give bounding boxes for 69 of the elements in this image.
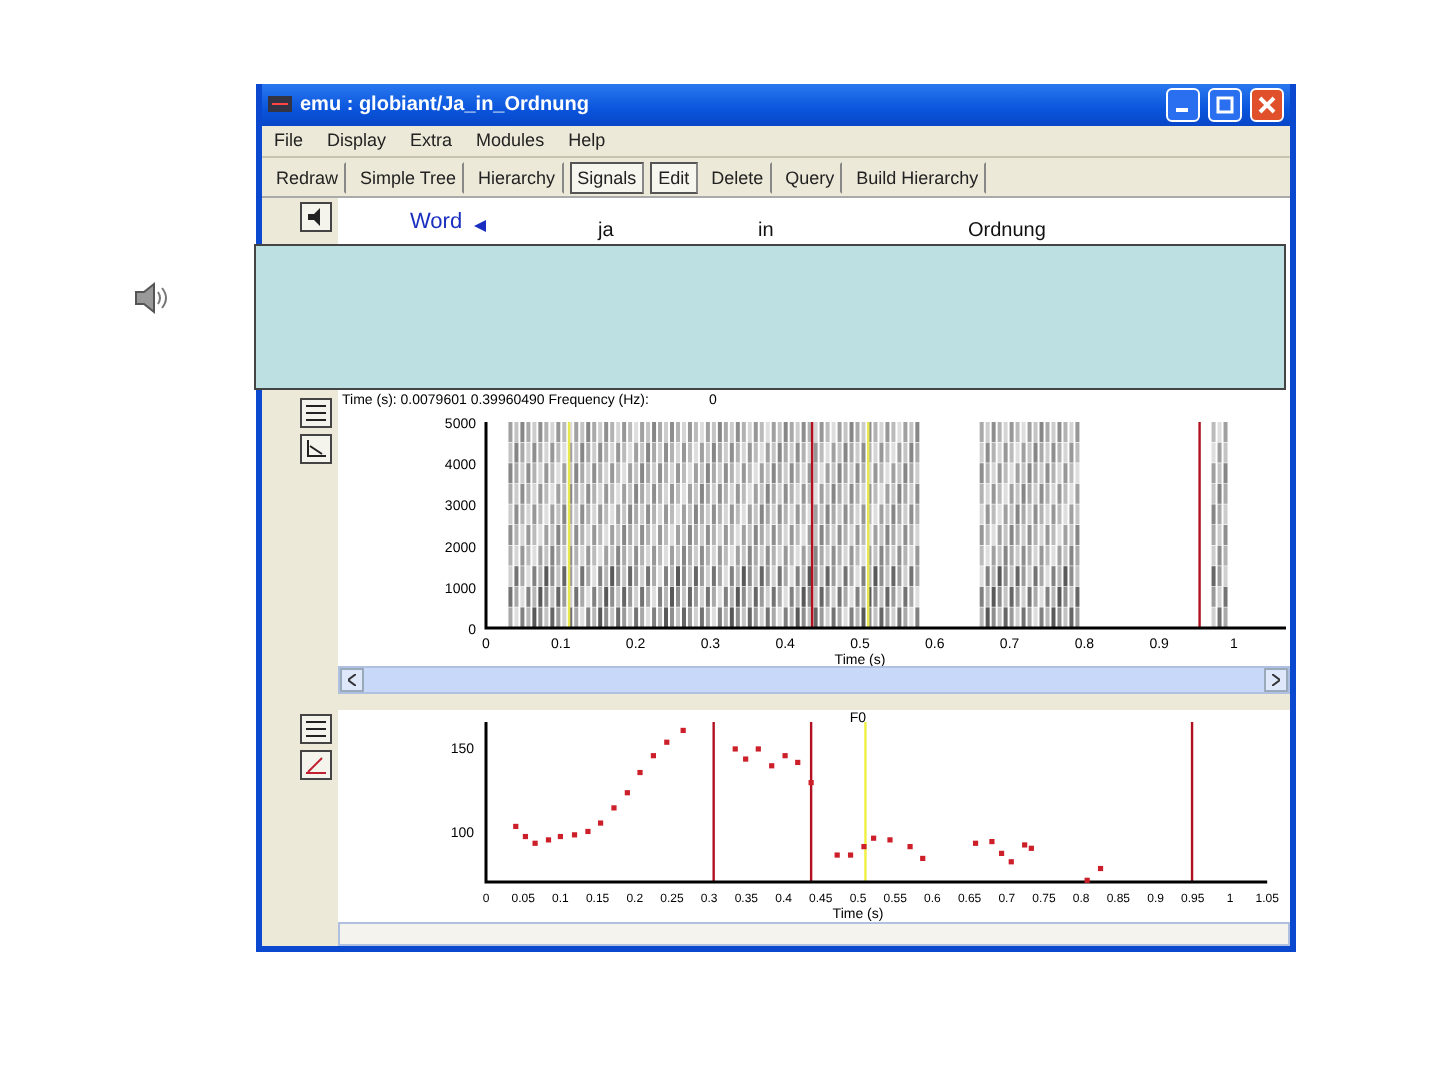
data-point: [782, 753, 788, 759]
data-point: [871, 835, 877, 841]
menu-item[interactable]: Help: [568, 130, 606, 151]
data-point: [585, 828, 591, 835]
data-point: [861, 844, 867, 850]
data-point: [989, 839, 995, 845]
data-point: [999, 850, 1005, 856]
maximize-icon: [1216, 95, 1234, 114]
toolbar-button[interactable]: Hierarchy: [470, 161, 564, 194]
data-point: [834, 852, 840, 858]
window-title: emu : globiant/Ja_in_Ordnung: [300, 93, 591, 116]
close-button[interactable]: [1250, 87, 1284, 122]
toolbar-button[interactable]: Query: [777, 161, 843, 194]
data-point: [611, 805, 617, 811]
segment-label: ja: [598, 220, 614, 242]
data-point: [847, 852, 854, 858]
speaker-icon[interactable]: [132, 280, 168, 316]
scroll-right-icon[interactable]: [1272, 674, 1280, 686]
data-point: [571, 832, 578, 838]
app-icon: [268, 94, 292, 115]
pen-icon[interactable]: [300, 750, 332, 780]
data-point: [887, 837, 893, 843]
data-point: [557, 833, 563, 840]
toolbar-button[interactable]: Edit: [650, 161, 698, 194]
data-point: [513, 823, 519, 829]
data-point: [1008, 859, 1014, 865]
segment-label: Ordnung: [968, 220, 1046, 242]
data-point: [920, 855, 926, 861]
segment-label: in: [758, 220, 774, 242]
menu-item[interactable]: Display: [327, 130, 387, 151]
data-point: [1097, 865, 1104, 872]
data-point: [907, 844, 913, 850]
data-point: [650, 753, 656, 759]
menu-item[interactable]: Modules: [476, 130, 545, 151]
data-point: [624, 790, 630, 796]
data-point: [637, 769, 643, 776]
data-point: [755, 746, 761, 752]
data-point: [743, 756, 749, 762]
data-point: [795, 759, 801, 765]
data-point: [522, 833, 529, 840]
speaker-icon[interactable]: [300, 202, 332, 232]
data-point: [680, 727, 686, 733]
toolbar-button[interactable]: Build Hierarchy: [848, 161, 987, 194]
scrollbar[interactable]: [338, 666, 1290, 694]
toolbar-button[interactable]: Simple Tree: [352, 161, 465, 194]
data-point: [972, 840, 979, 846]
data-point: [769, 763, 775, 769]
data-point: [532, 840, 538, 846]
data-point: [808, 780, 814, 786]
minimize-button[interactable]: [1166, 87, 1200, 122]
menu-item[interactable]: Extra: [410, 130, 453, 151]
toolbar-button[interactable]: Redraw: [268, 161, 347, 194]
scroll-left-icon[interactable]: [348, 674, 356, 686]
data-point: [545, 837, 552, 843]
data-point: [732, 746, 738, 752]
data-point: [1084, 877, 1090, 883]
menu-icon[interactable]: [300, 398, 332, 428]
arrow-icon: [474, 218, 486, 236]
data-point: [598, 820, 604, 826]
data-point: [664, 739, 670, 745]
scrollbar[interactable]: [338, 922, 1290, 946]
chart-icon[interactable]: [300, 434, 332, 464]
toolbar-button[interactable]: Delete: [703, 161, 772, 194]
maximize-button[interactable]: [1208, 87, 1242, 122]
menu-icon[interactable]: [300, 714, 332, 744]
close-icon: [1258, 95, 1276, 114]
menu-item[interactable]: File: [274, 130, 304, 151]
toolbar-button[interactable]: Signals: [569, 161, 645, 194]
tier-name: Word: [410, 210, 463, 234]
